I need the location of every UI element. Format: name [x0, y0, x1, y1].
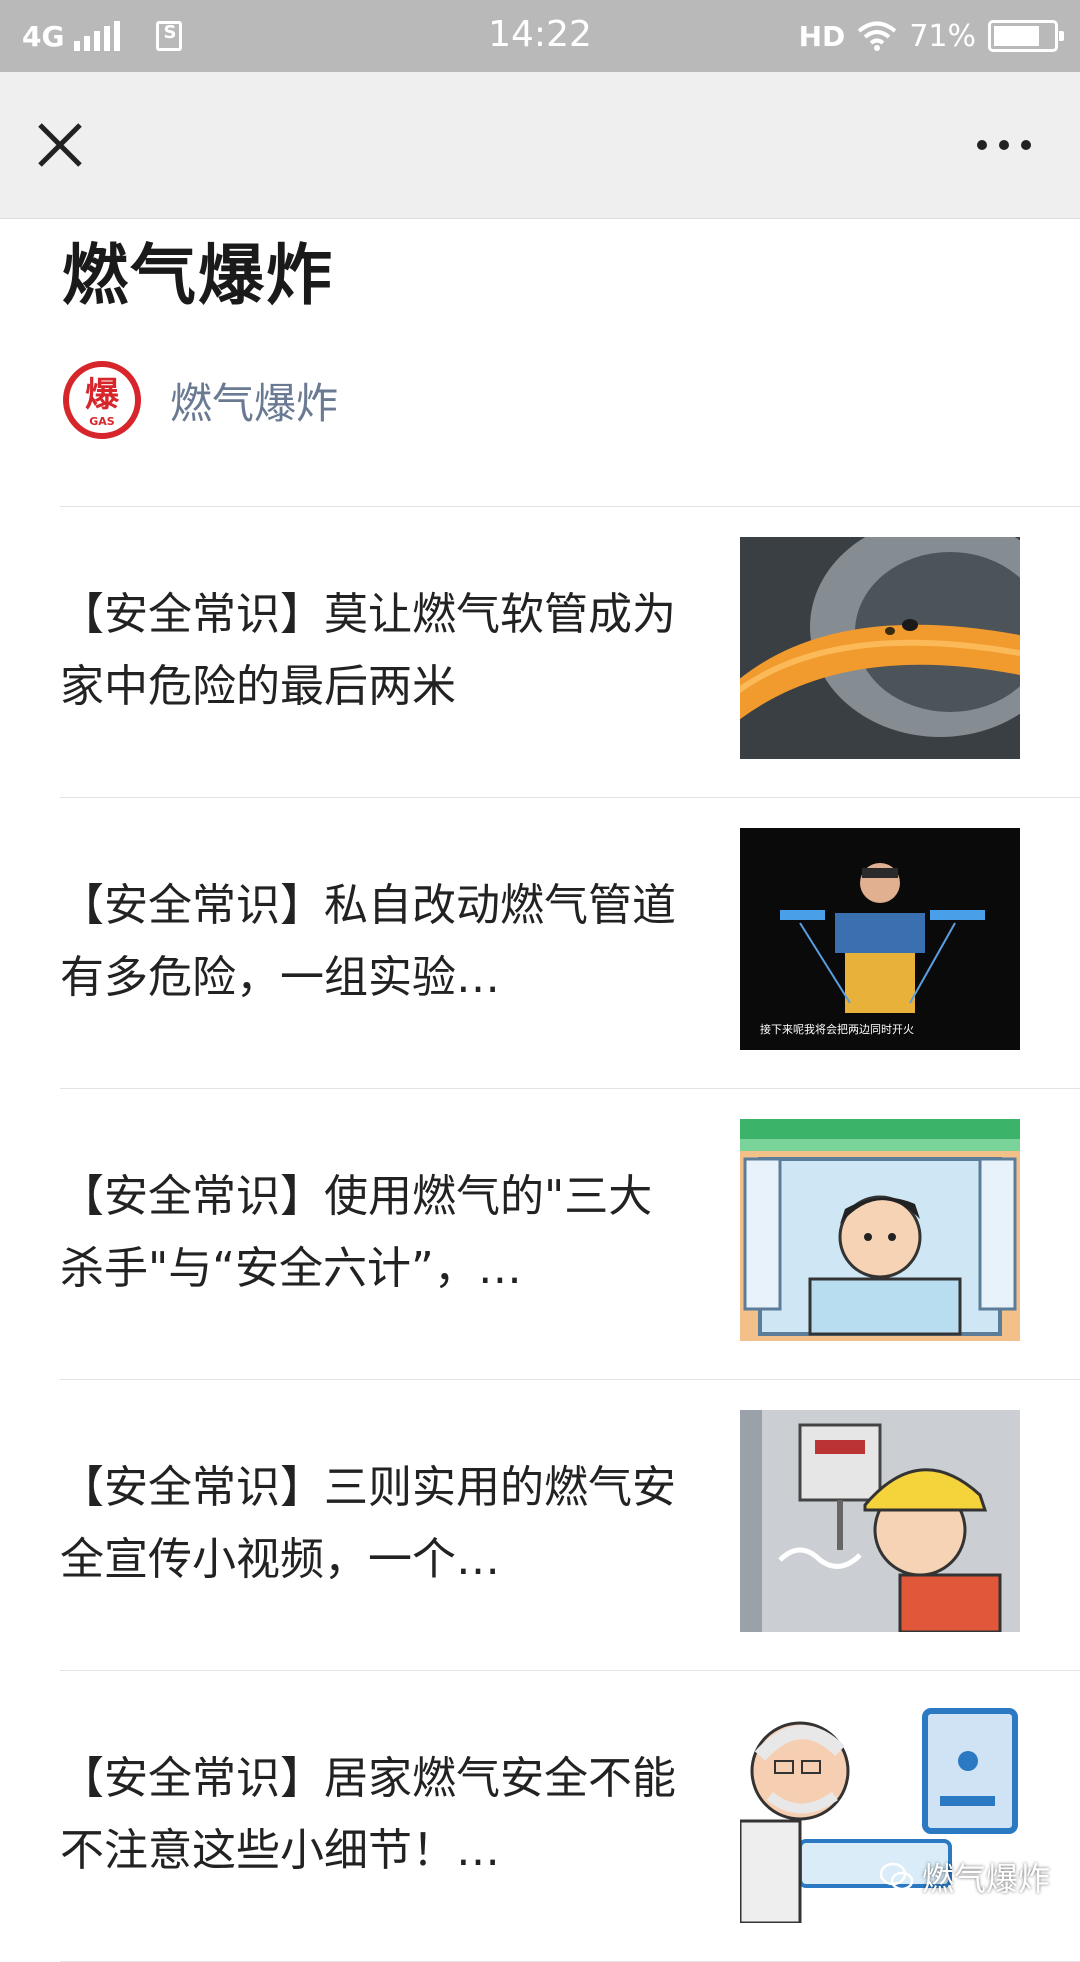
article-title[interactable]: 【安全常识】三则实用的燃气安全宣传小视频，一个… — [60, 1452, 685, 1596]
article-list: 【安全常识】莫让燃气软管成为家中危险的最后两米 【安全常识】私自改动燃气管道有多… — [0, 507, 1080, 1962]
watermark: 燃气爆炸 — [879, 1854, 1050, 1900]
article-title[interactable]: 【安全常识】私自改动燃气管道有多危险，一组实验… — [60, 870, 685, 1014]
avatar-text: 爆 — [85, 375, 120, 415]
article-thumbnail[interactable] — [740, 1119, 1020, 1341]
account-name[interactable]: 燃气爆炸 — [170, 370, 338, 431]
article-item[interactable]: 【安全常识】居家燃气安全不能不注意这些小细节！… — [60, 1671, 1080, 1962]
article-item[interactable]: 【安全常识】私自改动燃气管道有多危险，一组实验… 接下来呢我将会把两边同时开火 — [60, 798, 1080, 1089]
hd-indicator: HD — [798, 19, 846, 53]
article-thumbnail[interactable]: 接下来呢我将会把两边同时开火 — [740, 828, 1020, 1050]
watermark-text: 燃气爆炸 — [921, 1860, 1050, 1898]
article-title[interactable]: 【安全常识】莫让燃气软管成为家中危险的最后两米 — [60, 579, 685, 723]
article-item[interactable]: 【安全常识】莫让燃气软管成为家中危险的最后两米 — [60, 507, 1080, 798]
account-row[interactable]: 爆 GAS 燃气爆炸 — [62, 360, 338, 440]
avatar-subtext: GAS — [89, 415, 115, 428]
article-title[interactable]: 【安全常识】居家燃气安全不能不注意这些小细节！… — [60, 1743, 685, 1887]
article-thumbnail[interactable] — [740, 1410, 1020, 1632]
wechat-icon — [879, 1862, 914, 1891]
close-icon[interactable] — [30, 115, 90, 175]
wifi-icon — [858, 21, 897, 51]
article-item[interactable]: 【安全常识】使用燃气的"三大杀手"与“安全六计”，… — [60, 1089, 1080, 1380]
article-title[interactable]: 【安全常识】使用燃气的"三大杀手"与“安全六计”，… — [60, 1161, 685, 1305]
page-title: 燃气爆炸 — [62, 237, 334, 314]
avatar[interactable]: 爆 GAS — [62, 360, 142, 440]
battery-percent: 71% — [909, 18, 976, 54]
nav-bar — [0, 72, 1080, 219]
status-bar: 4G 14:22 HD 71% — [0, 0, 1080, 72]
battery-charging-icon — [988, 20, 1064, 52]
more-icon[interactable] — [964, 115, 1044, 175]
status-right: HD 71% — [798, 14, 1064, 58]
article-item[interactable]: 【安全常识】三则实用的燃气安全宣传小视频，一个… — [60, 1380, 1080, 1671]
article-thumbnail[interactable] — [740, 537, 1020, 759]
thumb-caption: 接下来呢我将会把两边同时开火 — [760, 1022, 914, 1036]
